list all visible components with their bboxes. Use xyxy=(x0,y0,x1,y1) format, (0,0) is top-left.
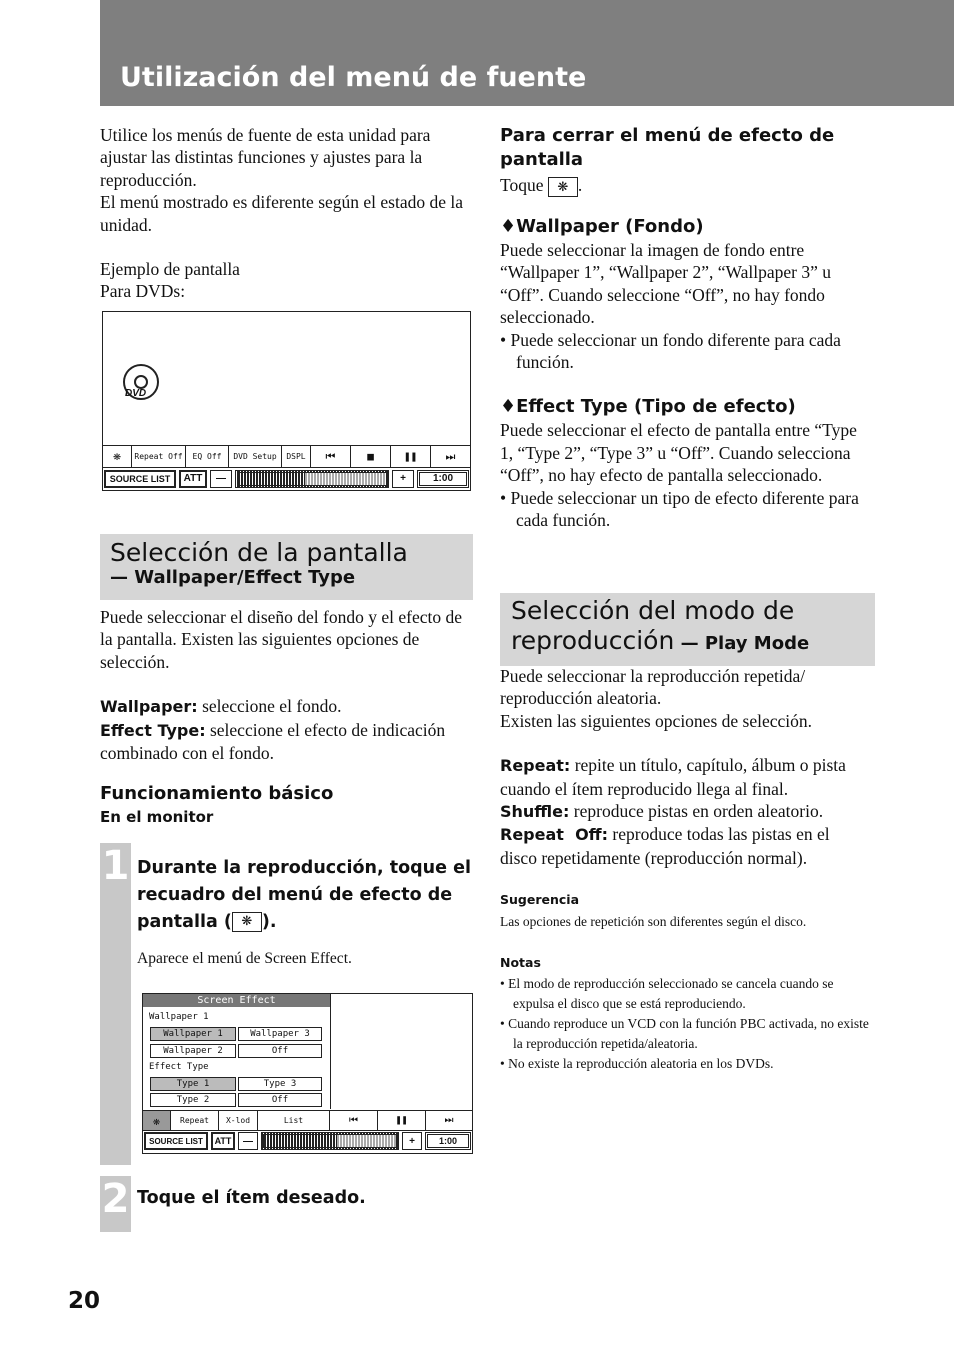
pause-icon[interactable]: ❚❚ xyxy=(378,1111,426,1130)
screen-effect-menu: Screen Effect Wallpaper 1 Wallpaper 1 Wa… xyxy=(142,993,473,1154)
sec1-body: Puede seleccionar el diseño del fondo y … xyxy=(100,606,475,764)
next-icon[interactable]: ⏭ xyxy=(431,446,470,467)
att-button[interactable]: ATT xyxy=(179,469,207,488)
screen-effect-icon: ❋ xyxy=(547,176,578,197)
wallpaper-heading: Wallpaper (Fondo) xyxy=(516,215,704,237)
effect-type-heading: Effect Type xyxy=(149,1062,209,1072)
volume-bar[interactable] xyxy=(261,1132,399,1150)
list-button[interactable]: List xyxy=(258,1111,330,1130)
step-2-text: Toque el ítem deseado. xyxy=(137,1188,366,1208)
step-1-result: Aparece el menú de Screen Effect. xyxy=(137,950,352,967)
diamond-icon: ♦ xyxy=(500,215,517,237)
wallpaper-1-option[interactable]: Wallpaper 1 xyxy=(150,1027,236,1041)
prev-icon[interactable]: ⏮ xyxy=(330,1111,378,1130)
prev-icon[interactable]: ⏮ xyxy=(311,446,351,467)
type-off-option[interactable]: Off xyxy=(238,1093,322,1107)
tip-heading: Sugerencia xyxy=(500,892,579,908)
note-item: El modo de reproducción seleccionado se … xyxy=(508,976,834,1012)
monitor-subheading: En el monitor xyxy=(100,808,214,826)
pause-icon[interactable]: ❚❚ xyxy=(391,446,431,467)
header-banner: Utilización del menú de fuente xyxy=(100,0,954,106)
source-list-button[interactable]: SOURCE LIST xyxy=(104,469,176,488)
wallpaper-current: Wallpaper 1 xyxy=(149,1012,209,1022)
play-mode-text: Puede seleccionar la reproducción repeti… xyxy=(500,666,806,709)
dvd-screen-example: DVD ❋ Repeat Off EQ Off DVD Setup DSPL ⏮… xyxy=(102,311,471,491)
step-number: 1 xyxy=(101,843,130,889)
volume-down-button[interactable]: — xyxy=(210,469,232,488)
time-display: 1:00 xyxy=(417,469,469,488)
sec2-body: Puede seleccionar la reproducción repeti… xyxy=(500,666,869,1072)
intro-text: Utilice los menús de fuente de esta unid… xyxy=(100,125,431,190)
wallpaper-desc: Puede seleccionar la imagen de fondo ent… xyxy=(500,239,832,328)
dvd-label: Para DVDs: xyxy=(100,281,186,302)
diamond-icon: ♦ xyxy=(500,396,517,418)
sec1-text: Puede seleccionar el diseño del fondo y … xyxy=(100,607,463,672)
next-icon[interactable]: ⏭ xyxy=(426,1111,472,1130)
step-1-instruction: Durante la reproducción, toque el recuad… xyxy=(137,858,471,932)
wallpaper-bullet: Puede seleccionar un fondo diferente par… xyxy=(510,329,841,373)
wallpaper-3-option[interactable]: Wallpaper 3 xyxy=(238,1027,322,1041)
effect-desc: Puede seleccionar el efecto de pantalla … xyxy=(500,420,857,486)
dvd-logo: DVD xyxy=(125,388,147,399)
type-1-option[interactable]: Type 1 xyxy=(150,1077,236,1091)
section-subtitle: — Wallpaper/Effect Type xyxy=(110,567,356,588)
repeat-label: Repeat: xyxy=(500,756,571,776)
basic-operation-heading: Funcionamiento básico xyxy=(100,783,334,804)
example-label: Ejemplo de pantalla xyxy=(100,259,240,280)
note-item: Cuando reproduce un VCD con la función P… xyxy=(508,1016,869,1052)
section-title: Selección de la pantalla xyxy=(110,538,408,567)
screen-effect-icon: ❋ xyxy=(231,912,262,932)
note-item: No existe la reproducción aleatoria en l… xyxy=(508,1056,774,1072)
wallpaper-2-option[interactable]: Wallpaper 2 xyxy=(150,1044,236,1058)
effect-type-heading: Effect Type (Tipo de efecto) xyxy=(516,396,796,418)
wallpaper-text: seleccione el fondo. xyxy=(197,696,342,717)
section-title: Selección del modo de xyxy=(511,596,795,625)
tip-text: Las opciones de repetición son diferente… xyxy=(500,913,807,929)
att-button[interactable]: ATT xyxy=(211,1132,235,1150)
touch-text: Toque xyxy=(500,175,544,195)
eq-off-button[interactable]: EQ Off xyxy=(186,446,229,467)
screen-effect-title: Screen Effect xyxy=(143,994,330,1007)
screen-effect-icon[interactable]: ❋ xyxy=(143,1111,171,1130)
volume-bar[interactable] xyxy=(235,469,389,488)
repeat-off-label: Repeat Off: xyxy=(500,825,609,845)
section-subtitle: — Play Mode xyxy=(674,633,810,654)
volume-down-button[interactable]: — xyxy=(238,1132,258,1150)
step-2-marker: 2 xyxy=(100,1176,131,1232)
stop-icon[interactable]: ■ xyxy=(351,446,391,467)
volume-up-button[interactable]: + xyxy=(392,469,414,488)
screen-effect-icon[interactable]: ❋ xyxy=(103,446,132,467)
section-title-2: reproducción xyxy=(511,626,675,655)
play-mode-text-2: Existen las siguientes opciones de selec… xyxy=(500,710,813,731)
intro-text-2: El menú mostrado es diferente según el e… xyxy=(100,192,464,235)
type-2-option[interactable]: Type 2 xyxy=(150,1093,236,1107)
dvd-setup-button[interactable]: DVD Setup xyxy=(229,446,282,467)
wallpaper-label: Wallpaper: xyxy=(100,697,198,717)
section-screen-selection-header: Selección de la pantalla — Wallpaper/Eff… xyxy=(100,534,473,600)
step-1-marker: 1 xyxy=(100,843,131,1165)
section-play-mode-header: Selección del modo de reproducción — Pla… xyxy=(500,593,875,666)
effect-label: Effect Type: xyxy=(100,720,206,740)
wallpaper-off-option[interactable]: Off xyxy=(238,1044,322,1058)
intro: Utilice los menús de fuente de esta unid… xyxy=(100,124,470,303)
volume-up-button[interactable]: + xyxy=(402,1132,422,1150)
close-menu-heading: Para cerrar el menú de efecto de pantall… xyxy=(500,125,835,170)
source-list-button[interactable]: SOURCE LIST xyxy=(144,1132,208,1150)
xlod-button[interactable]: X-lod xyxy=(219,1111,258,1130)
type-3-option[interactable]: Type 3 xyxy=(238,1077,322,1091)
page-number: 20 xyxy=(68,1288,101,1314)
notes-heading: Notas xyxy=(500,954,541,970)
shuffle-label: Shuffle: xyxy=(500,802,570,822)
page-title: Utilización del menú de fuente xyxy=(120,62,587,93)
dspl-button[interactable]: DSPL xyxy=(282,446,311,467)
time-display: 1:00 xyxy=(425,1132,471,1150)
shuffle-text: reproduce pistas en orden aleatorio. xyxy=(569,801,824,822)
effect-bullet: Puede seleccionar un tipo de efecto dife… xyxy=(510,487,859,531)
right-column: Para cerrar el menú de efecto de pantall… xyxy=(500,124,870,531)
step-number: 2 xyxy=(101,1176,130,1222)
repeat-off-button[interactable]: Repeat Off xyxy=(132,446,186,467)
repeat-button[interactable]: Repeat xyxy=(171,1111,219,1130)
step-1-text: Durante la reproducción, toque el recuad… xyxy=(137,855,472,936)
step-1-end: ). xyxy=(261,912,277,932)
